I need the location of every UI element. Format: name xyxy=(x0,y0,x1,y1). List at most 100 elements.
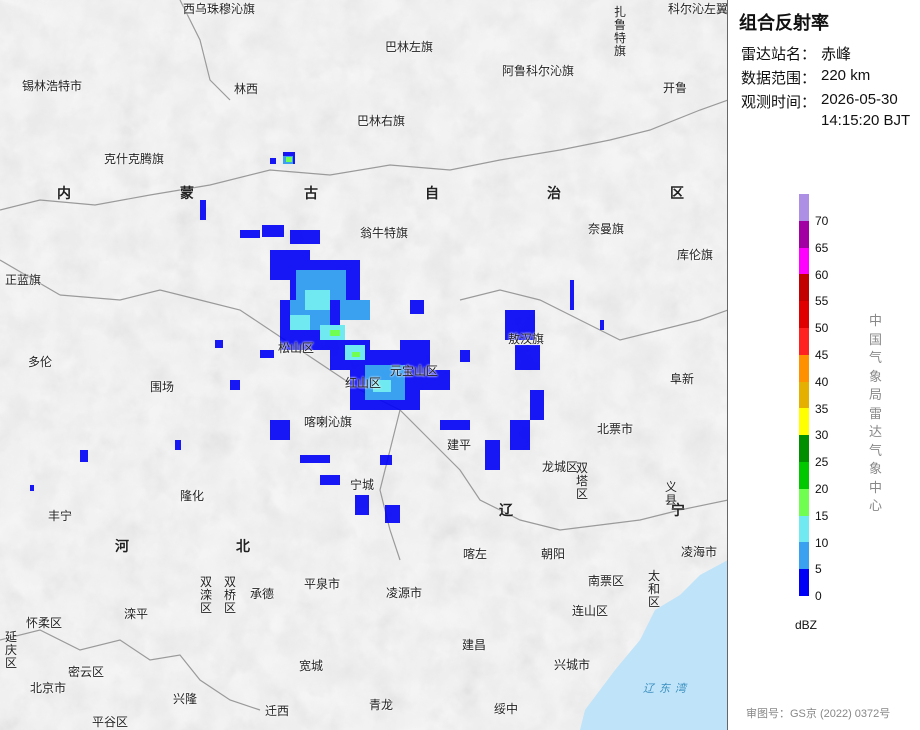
place-label: 双塔区 xyxy=(576,461,589,501)
place-label: 巴林左旗 xyxy=(385,40,434,54)
legend-unit: dBZ xyxy=(795,618,818,632)
region-label: 辽 xyxy=(499,502,515,518)
place-label: 林西 xyxy=(234,82,259,96)
place-label: 双桥区 xyxy=(224,575,237,615)
region-label: 自 xyxy=(425,185,441,201)
station-label: 雷达站名： xyxy=(741,46,817,63)
place-label: 宁城 xyxy=(350,478,375,492)
region-label: 北 xyxy=(236,538,252,554)
legend-swatch xyxy=(799,462,809,490)
place-label: 凌源市 xyxy=(386,586,423,600)
station-value: 赤峰 xyxy=(821,46,852,63)
region-label: 河 xyxy=(115,538,131,554)
place-label: 延庆区 xyxy=(5,630,18,670)
place-label: 科尔沁左翼中旗 xyxy=(668,2,728,16)
region-label: 治 xyxy=(547,185,563,201)
place-label: 密云区 xyxy=(68,665,105,679)
legend-tick-label: 70 xyxy=(815,214,829,228)
place-label: 滦平 xyxy=(124,607,149,621)
place-label: 松山区 xyxy=(278,341,315,355)
place-label: 绥中 xyxy=(494,702,519,716)
place-label: 阜新 xyxy=(670,372,695,386)
approval-number: 审图号：GS京 (2022) 0372号 xyxy=(746,708,891,720)
legend-swatch xyxy=(799,220,809,249)
legend-swatch xyxy=(799,247,809,275)
range-value: 220 km xyxy=(821,67,871,84)
place-label: 建平 xyxy=(447,438,472,452)
legend-swatch xyxy=(799,515,809,543)
place-label: 南票区 xyxy=(588,574,625,588)
legend-swatch xyxy=(799,328,809,356)
place-label: 隆化 xyxy=(180,489,205,503)
region-label: 蒙 xyxy=(180,185,196,201)
place-label: 连山区 xyxy=(572,604,609,618)
legend-swatch xyxy=(799,354,809,383)
place-label: 多伦 xyxy=(28,355,53,369)
radar-map[interactable]: 西乌珠穆沁旗巴林左旗阿鲁科尔沁旗 扎鲁特旗 科尔沁左翼中旗锡林浩特市 林西 开鲁巴林右旗… xyxy=(0,0,728,730)
place-label: 青龙 xyxy=(369,698,394,712)
place-label: 西乌珠穆沁旗 xyxy=(183,2,256,16)
place-label: 扎鲁特旗 xyxy=(614,5,627,58)
place-label: 开鲁 xyxy=(663,81,688,95)
place-label: 凌海市 xyxy=(681,545,718,559)
place-label: 正蓝旗 xyxy=(5,273,42,287)
legend-tick-label: 60 xyxy=(815,267,829,282)
place-label: 平泉市 xyxy=(304,577,341,591)
legend-tick-label: 55 xyxy=(815,294,829,309)
place-label: 怀柔区 xyxy=(26,616,63,630)
place-label: 围场 xyxy=(150,380,175,394)
legend-tick-label: 20 xyxy=(815,482,829,496)
legend-tick-label: 5 xyxy=(815,562,822,577)
legend-tick-label: 15 xyxy=(815,508,829,523)
place-label: 敖汉旗 xyxy=(508,332,545,346)
place-label: 奈曼旗 xyxy=(588,222,625,236)
legend-tick-label: 50 xyxy=(815,321,829,336)
legend-tick-label: 0 xyxy=(815,589,822,604)
region-label: 区 xyxy=(670,185,686,201)
time-date-value: 2026-05-30 xyxy=(821,91,898,108)
info-panel: 组合反射率 雷达站名： 赤峰 数据范围： 220 km 观测时间： 2026-0… xyxy=(729,0,920,730)
place-label: 双滦区 xyxy=(200,575,213,615)
place-label: 库伦旗 xyxy=(677,248,714,262)
place-label: 朝阳 xyxy=(541,547,566,561)
place-label: 龙城区 xyxy=(542,460,579,474)
legend-tick-label: 45 xyxy=(815,348,829,362)
place-label: 巴林右旗 xyxy=(357,114,406,128)
legend-swatch xyxy=(799,542,809,570)
legend-swatch xyxy=(799,435,809,463)
range-label: 数据范围： xyxy=(741,70,817,87)
place-label: 迁西 xyxy=(265,704,290,718)
place-label: 承德 xyxy=(250,587,275,601)
legend-tick-label: 40 xyxy=(815,374,829,389)
place-label: 平谷区 xyxy=(92,715,129,729)
legend-swatch xyxy=(799,408,809,436)
place-label: 阿鲁科尔沁旗 xyxy=(502,64,575,78)
legend-tick-label: 10 xyxy=(815,535,829,550)
place-label: 建昌 xyxy=(462,638,487,652)
time-label: 观测时间： xyxy=(741,94,817,111)
legend-tick-label: 35 xyxy=(815,401,829,416)
place-label: 喀左 xyxy=(463,547,488,561)
region-label: 宁 xyxy=(671,502,687,518)
legend-swatch xyxy=(799,569,809,597)
place-label: 宽城 xyxy=(299,659,324,673)
place-label: 北票市 xyxy=(597,422,634,436)
place-label: 丰宁 xyxy=(48,509,73,523)
legend-swatch xyxy=(799,274,809,302)
terrain-layer xyxy=(0,0,727,730)
place-label: 兴城市 xyxy=(554,658,591,672)
legend-tick-label: 25 xyxy=(815,455,829,470)
place-label: 北京市 xyxy=(30,681,67,695)
legend-tick-label: 65 xyxy=(815,240,829,255)
sea-label: 辽东湾 xyxy=(643,683,691,695)
region-label: 古 xyxy=(304,185,320,201)
place-label: 翁牛特旗 xyxy=(360,226,409,240)
organization-label: 中国气象局雷达气象中心 xyxy=(869,313,883,513)
place-label: 兴隆 xyxy=(173,692,198,706)
place-label: 元宝山区 xyxy=(390,364,439,378)
legend-swatch xyxy=(799,381,809,409)
place-label: 克什克腾旗 xyxy=(104,152,165,166)
place-label: 锡林浩特市 xyxy=(22,79,83,93)
region-label: 内 xyxy=(57,185,73,201)
time-clock-value: 14:15:20 BJT xyxy=(821,112,911,129)
